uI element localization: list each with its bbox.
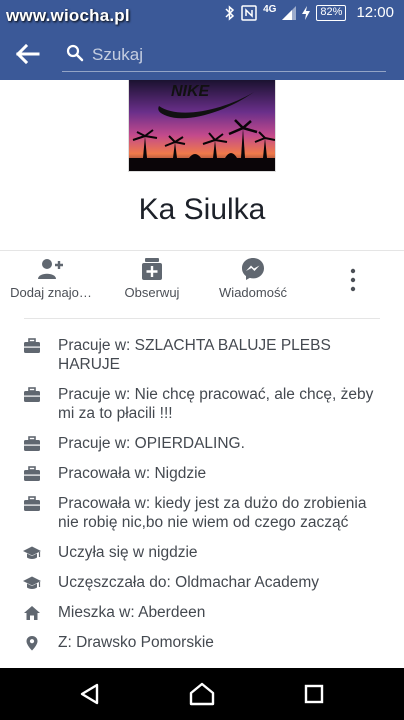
signal-icon bbox=[282, 5, 297, 20]
battery-level: 82% bbox=[316, 4, 347, 21]
bluetooth-icon bbox=[225, 4, 235, 21]
about-item-work: Pracuje w: Nie chcę pracować, ale chcę, … bbox=[0, 385, 404, 423]
triangle-back-icon bbox=[80, 683, 99, 705]
svg-text:NIKE: NIKE bbox=[171, 83, 211, 100]
briefcase-icon bbox=[24, 387, 40, 402]
briefcase-icon bbox=[24, 338, 40, 353]
graduation-cap-icon bbox=[23, 546, 41, 559]
message-button[interactable]: Wiadomość bbox=[210, 257, 296, 300]
briefcase-icon bbox=[24, 436, 40, 451]
status-bar: www.wiocha.pl 4G 82% 12:00 bbox=[0, 0, 404, 28]
search-input[interactable] bbox=[92, 42, 372, 68]
charging-icon bbox=[302, 5, 311, 20]
watermark: www.wiocha.pl bbox=[6, 6, 130, 25]
more-vertical-icon bbox=[350, 268, 356, 292]
divider bbox=[24, 318, 380, 319]
about-item-from: Z: Drawsko Pomorskie bbox=[0, 633, 404, 652]
house-home-icon bbox=[189, 682, 215, 706]
graduation-cap-icon bbox=[23, 576, 41, 589]
profile-actions: Dodaj znajo… Obserwuj Wiadomość bbox=[0, 250, 404, 310]
status-icons: 4G 82% 12:00 bbox=[225, 4, 394, 21]
about-item-past-work: Pracowała w: Nigdzie bbox=[0, 464, 404, 483]
about-item-lives-in: Mieszka w: Aberdeen bbox=[0, 603, 404, 622]
briefcase-icon bbox=[24, 466, 40, 481]
search-header bbox=[0, 28, 404, 80]
home-icon bbox=[24, 606, 40, 620]
add-friend-button[interactable]: Dodaj znajo… bbox=[6, 257, 96, 300]
search-bar[interactable] bbox=[62, 38, 386, 72]
about-item-work: Pracuje w: OPIERDALING. bbox=[0, 434, 404, 453]
messenger-icon bbox=[242, 258, 264, 280]
about-item-past-work: Pracowała w: kiedy jest za dużo do zrobi… bbox=[0, 494, 404, 532]
search-icon bbox=[66, 44, 84, 62]
briefcase-icon bbox=[24, 496, 40, 511]
nike-sunset-image: NIKE bbox=[129, 80, 275, 171]
nav-recents-button[interactable] bbox=[300, 680, 328, 708]
add-friend-icon bbox=[38, 259, 63, 279]
profile-picture[interactable]: NIKE bbox=[128, 80, 276, 172]
profile-name: Ka Siulka bbox=[138, 193, 266, 226]
nav-home-button[interactable] bbox=[188, 680, 216, 708]
square-recents-icon bbox=[304, 684, 324, 704]
message-label: Wiadomość bbox=[219, 285, 287, 300]
about-item-education: Uczyła się w nigdzie bbox=[0, 543, 404, 562]
back-button[interactable] bbox=[14, 40, 44, 68]
system-nav-bar bbox=[0, 668, 404, 720]
about-list: Pracuje w: SZLACHTA BALUJE PLEBS HARUJE … bbox=[0, 336, 404, 663]
location-pin-icon bbox=[26, 636, 38, 651]
about-item-work: Pracuje w: SZLACHTA BALUJE PLEBS HARUJE bbox=[0, 336, 404, 374]
follow-label: Obserwuj bbox=[124, 285, 180, 300]
back-arrow-icon bbox=[15, 43, 40, 65]
more-options-button[interactable] bbox=[340, 267, 366, 296]
network-type: 4G bbox=[263, 4, 277, 15]
follow-button[interactable]: Obserwuj bbox=[110, 257, 194, 300]
clock: 12:00 bbox=[356, 4, 394, 21]
add-friend-label: Dodaj znajo… bbox=[10, 285, 92, 300]
about-item-education: Uczęszczała do: Oldmachar Academy bbox=[0, 573, 404, 592]
nav-back-button[interactable] bbox=[76, 680, 104, 708]
nfc-icon bbox=[241, 4, 257, 21]
follow-icon bbox=[142, 258, 162, 280]
